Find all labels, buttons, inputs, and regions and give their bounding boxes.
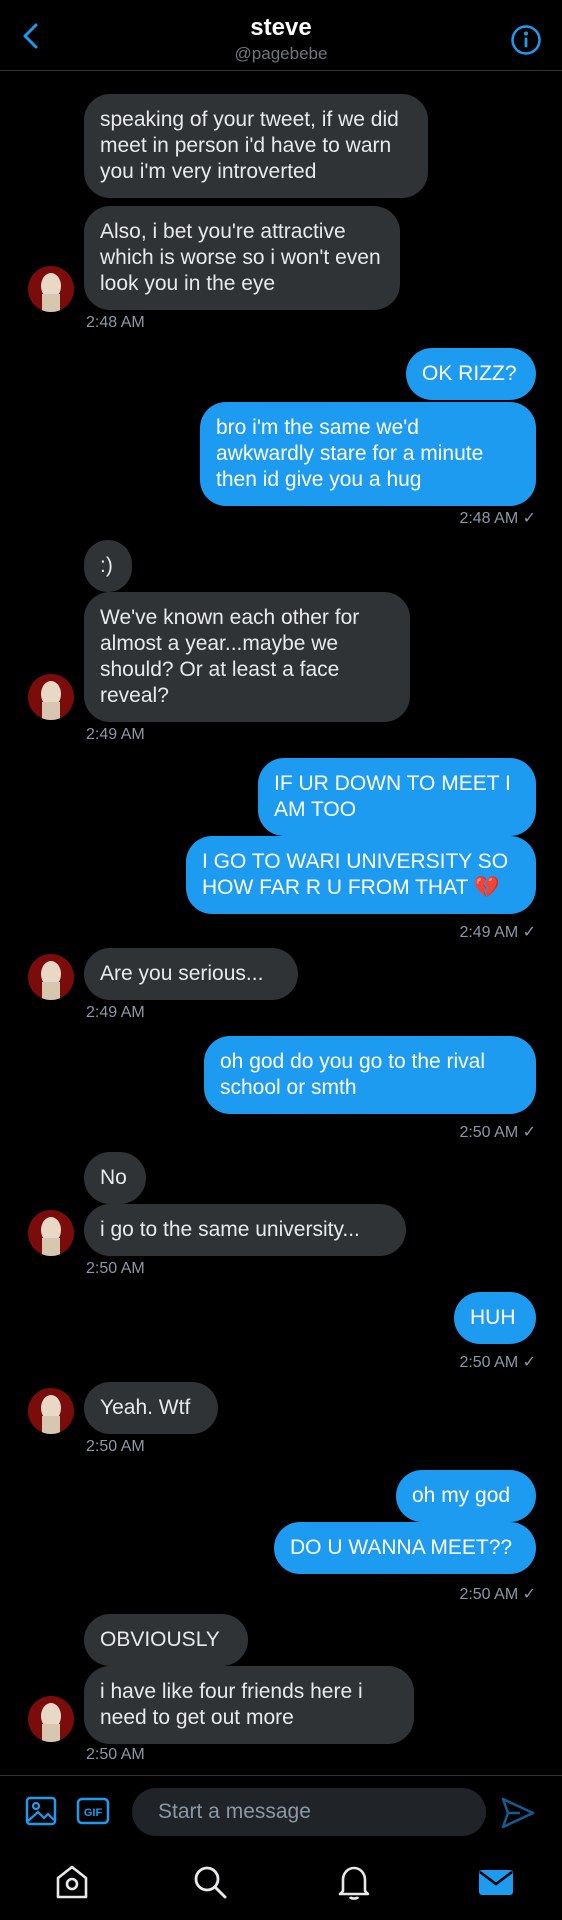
message-timestamp: 2:50 AM ✓ [459, 1586, 536, 1603]
message-composer: GIF [0, 1775, 562, 1846]
incoming-message[interactable]: OBVIOUSLY [84, 1614, 248, 1666]
svg-text:GIF: GIF [84, 1807, 103, 1819]
conversation-header: steve @pagebebe [0, 0, 562, 71]
avatar[interactable] [28, 1210, 74, 1256]
contact-handle: @pagebebe [234, 44, 328, 63]
message-timestamp: 2:48 AM ✓ [459, 510, 536, 527]
incoming-message[interactable]: Are you serious... [84, 948, 298, 1000]
message-thread[interactable]: speaking of your tweet, if we did meet i… [0, 70, 562, 1770]
message-input[interactable] [132, 1788, 486, 1836]
message-timestamp: 2:50 AM ✓ [459, 1124, 536, 1141]
info-icon[interactable] [510, 24, 542, 56]
avatar[interactable] [28, 1696, 74, 1742]
outgoing-message[interactable]: IF UR DOWN TO MEET I AM TOO [258, 758, 536, 836]
message-timestamp: 2:50 AM [86, 1438, 145, 1455]
avatar[interactable] [28, 266, 74, 312]
home-icon[interactable] [52, 1862, 92, 1902]
message-timestamp: 2:49 AM ✓ [459, 924, 536, 941]
outgoing-message[interactable]: oh my god [396, 1470, 536, 1522]
mail-icon[interactable] [476, 1862, 516, 1902]
contact-name[interactable]: steve [0, 14, 562, 42]
outgoing-message[interactable]: bro i'm the same we'd awkwardly stare fo… [200, 402, 536, 506]
message-timestamp: 2:50 AM ✓ [459, 1354, 536, 1371]
outgoing-message[interactable]: oh god do you go to the rival school or … [204, 1036, 536, 1114]
search-icon[interactable] [190, 1862, 230, 1902]
outgoing-message[interactable]: DO U WANNA MEET?? [274, 1522, 536, 1574]
incoming-message[interactable]: i go to the same university... [84, 1204, 406, 1256]
incoming-message[interactable]: Yeah. Wtf [84, 1382, 218, 1434]
outgoing-message[interactable]: I GO TO WARI UNIVERSITY SO HOW FAR R U F… [186, 836, 536, 914]
incoming-message[interactable]: We've known each other for almost a year… [84, 592, 410, 722]
avatar[interactable] [28, 1388, 74, 1434]
send-icon[interactable] [500, 1796, 536, 1830]
message-timestamp: 2:50 AM [86, 1746, 145, 1763]
avatar[interactable] [28, 954, 74, 1000]
incoming-message[interactable]: :) [84, 540, 132, 592]
bell-icon[interactable] [334, 1862, 374, 1902]
gif-icon[interactable]: GIF [76, 1794, 110, 1828]
image-icon[interactable] [24, 1794, 58, 1828]
message-timestamp: 2:50 AM [86, 1260, 145, 1277]
message-timestamp: 2:49 AM [86, 726, 145, 743]
outgoing-message[interactable]: OK RIZZ? [406, 348, 536, 400]
message-timestamp: 2:49 AM [86, 1004, 145, 1021]
incoming-message[interactable]: No [84, 1152, 146, 1204]
avatar[interactable] [28, 674, 74, 720]
outgoing-message[interactable]: HUH [454, 1292, 536, 1344]
bottom-tab-bar [0, 1846, 562, 1920]
incoming-message[interactable]: speaking of your tweet, if we did meet i… [84, 94, 428, 198]
message-timestamp: 2:48 AM [86, 314, 145, 331]
incoming-message[interactable]: Also, i bet you're attractive which is w… [84, 206, 400, 310]
incoming-message[interactable]: i have like four friends here i need to … [84, 1666, 414, 1744]
